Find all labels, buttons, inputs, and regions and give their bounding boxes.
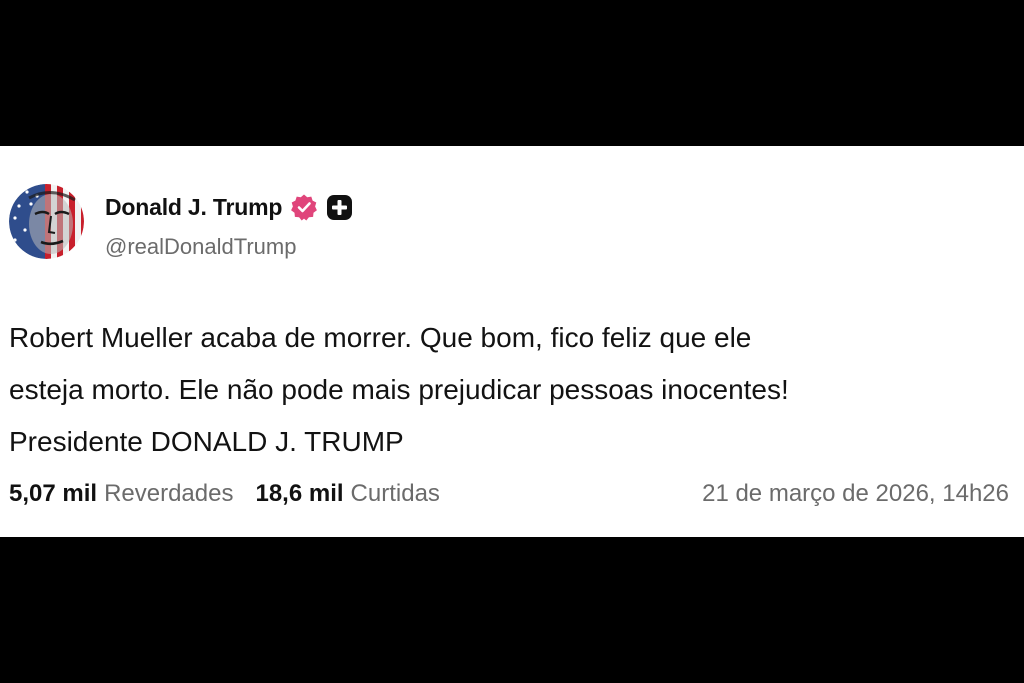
- post-text-line: Robert Mueller acaba de morrer. Que bom,…: [9, 322, 752, 353]
- avatar[interactable]: [9, 184, 84, 259]
- verified-badge-icon: [290, 193, 318, 221]
- reposts-stat[interactable]: 5,07 mil Reverdades: [9, 480, 233, 508]
- post-stats: 5,07 mil Reverdades 18,6 mil Curtidas 21…: [9, 480, 1009, 508]
- screenshot-frame: Donald J. Trump @realDonaldTrump Robert …: [0, 0, 1024, 683]
- post-body: Robert Mueller acaba de morrer. Que bom,…: [9, 312, 1009, 468]
- likes-count: 18,6 mil: [255, 480, 344, 507]
- reposts-count: 5,07 mil: [9, 480, 98, 507]
- plus-badge-icon: [326, 194, 353, 221]
- likes-label: Curtidas: [350, 480, 440, 507]
- author-name-row: Donald J. Trump: [105, 192, 353, 222]
- post-card: Donald J. Trump @realDonaldTrump Robert …: [0, 146, 1024, 537]
- display-name[interactable]: Donald J. Trump: [105, 194, 282, 221]
- post-text-line: Presidente DONALD J. TRUMP: [9, 426, 404, 457]
- flag-face-avatar: [9, 184, 84, 259]
- author-handle[interactable]: @realDonaldTrump: [105, 234, 296, 260]
- reposts-label: Reverdades: [104, 480, 234, 507]
- likes-stat[interactable]: 18,6 mil Curtidas: [255, 480, 439, 508]
- post-timestamp[interactable]: 21 de março de 2026, 14h26: [702, 480, 1009, 508]
- post-text-line: esteja morto. Ele não pode mais prejudic…: [9, 374, 789, 405]
